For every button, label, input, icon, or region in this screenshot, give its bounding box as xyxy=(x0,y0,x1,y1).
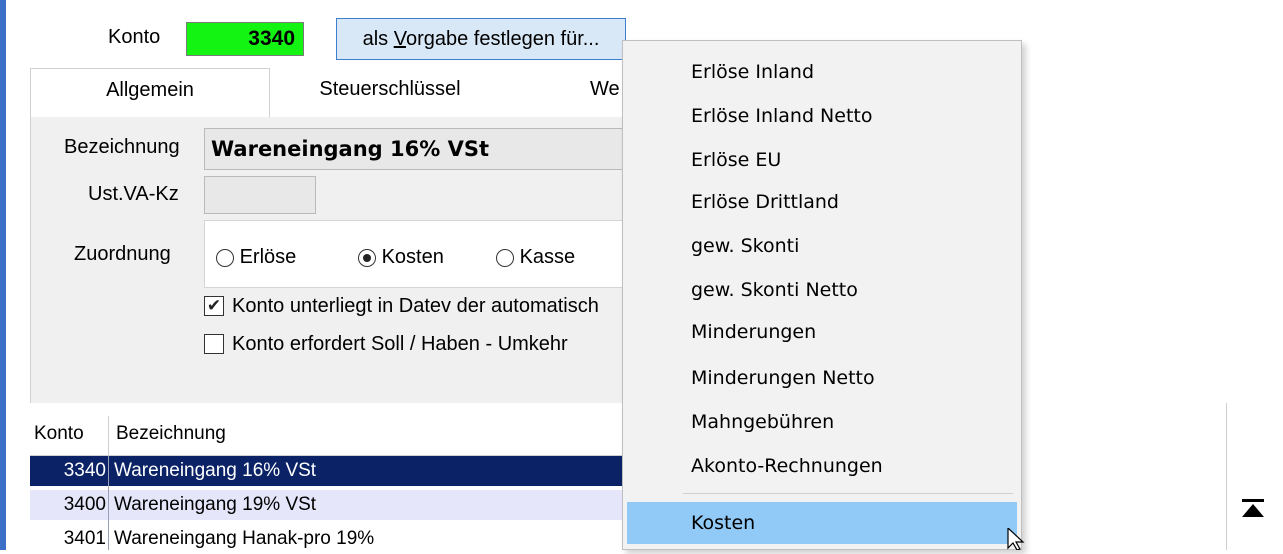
mouse-pointer-icon xyxy=(1007,528,1025,550)
menu-item-kosten-label: Kosten xyxy=(691,512,756,534)
radio-erloese-circle[interactable] xyxy=(216,248,234,267)
datev-auto-label: Konto unterliegt in Datev der automatisc… xyxy=(232,295,599,317)
tab-weitere[interactable]: We xyxy=(560,68,622,118)
tab-steuerschluessel-label: Steuerschlüssel xyxy=(319,78,461,100)
konto-label: Konto xyxy=(108,26,161,48)
table-row[interactable]: 3340 Wareneingang 16% VSt xyxy=(30,456,630,486)
bezeichnung-label: Bezeichnung xyxy=(64,136,180,158)
menu-item-gew-skonti-netto[interactable]: gew. Skonti Netto xyxy=(691,279,858,301)
menu-item-kosten[interactable] xyxy=(627,502,1017,544)
radio-kosten-circle[interactable] xyxy=(358,248,376,267)
tab-steuerschluessel[interactable]: Steuerschlüssel xyxy=(290,68,490,118)
bezeichnung-input[interactable]: Wareneingang 16% VSt xyxy=(204,128,634,170)
ust-va-kz-label: Ust.VA-Kz xyxy=(88,183,179,205)
tab-allgemein[interactable]: Allgemein xyxy=(30,68,270,118)
tab-weitere-label: We xyxy=(590,78,620,100)
menu-item-minderungen[interactable]: Minderungen xyxy=(691,321,816,343)
ust-va-kz-input[interactable] xyxy=(204,176,316,214)
radio-erloese-label: Erlöse xyxy=(239,246,297,269)
table-row[interactable]: 3400 Wareneingang 19% VSt xyxy=(30,490,630,520)
radio-kosten-label: Kosten xyxy=(381,246,444,269)
menu-item-akonto-rechnungen[interactable]: Akonto-Rechnungen xyxy=(691,455,883,477)
table-cell-konto: 3340 xyxy=(63,460,106,481)
window-edge-stripe xyxy=(0,0,6,550)
radio-kasse[interactable]: Kasse xyxy=(496,246,575,269)
menu-item-minderungen-netto[interactable]: Minderungen Netto xyxy=(691,367,875,389)
set-default-button-prefix: als xyxy=(362,28,394,50)
zuordnung-label: Zuordnung xyxy=(74,243,171,265)
table-cell-konto: 3400 xyxy=(63,494,106,515)
default-context-menu: Erlöse Inland Erlöse Inland Netto Erlöse… xyxy=(622,40,1022,550)
menu-separator xyxy=(683,493,1013,494)
radio-kosten[interactable]: Kosten xyxy=(358,246,444,269)
menu-item-erloese-eu[interactable]: Erlöse EU xyxy=(691,149,781,171)
soll-haben-checkbox[interactable] xyxy=(204,334,224,354)
radio-kasse-circle[interactable] xyxy=(496,248,514,267)
menu-item-erloese-inland[interactable]: Erlöse Inland xyxy=(691,61,814,83)
menu-item-gew-skonti[interactable]: gew. Skonti xyxy=(691,235,799,257)
column-header-bezeichnung[interactable]: Bezeichnung xyxy=(116,423,226,445)
table-cell-bezeichnung: Wareneingang 16% VSt xyxy=(114,460,317,481)
radio-erloese[interactable]: Erlöse xyxy=(216,246,296,269)
menu-item-erloese-inland-netto[interactable]: Erlöse Inland Netto xyxy=(691,105,872,127)
set-default-button-accelerator: V xyxy=(393,28,406,50)
column-header-separator xyxy=(108,416,109,456)
menu-item-mahngebuehren[interactable]: Mahngebühren xyxy=(691,411,834,433)
scroll-to-top-icon[interactable] xyxy=(1240,498,1266,518)
datev-auto-checkbox[interactable]: ✔ xyxy=(204,296,224,316)
soll-haben-label: Konto erfordert Soll / Haben - Umkehr xyxy=(232,333,568,355)
tab-allgemein-label: Allgemein xyxy=(106,79,194,101)
set-default-button-rest: orgabe festlegen für... xyxy=(405,28,600,50)
radio-kasse-label: Kasse xyxy=(519,246,576,269)
konto-value-field[interactable]: 3340 xyxy=(186,22,304,56)
menu-item-erloese-drittland[interactable]: Erlöse Drittland xyxy=(691,191,839,213)
table-column-separator xyxy=(108,456,109,550)
set-default-button[interactable]: als Vorgabe festlegen für... xyxy=(336,18,626,60)
table-cell-bezeichnung: Wareneingang 19% VSt xyxy=(114,494,317,515)
column-header-konto[interactable]: Konto xyxy=(34,423,84,445)
